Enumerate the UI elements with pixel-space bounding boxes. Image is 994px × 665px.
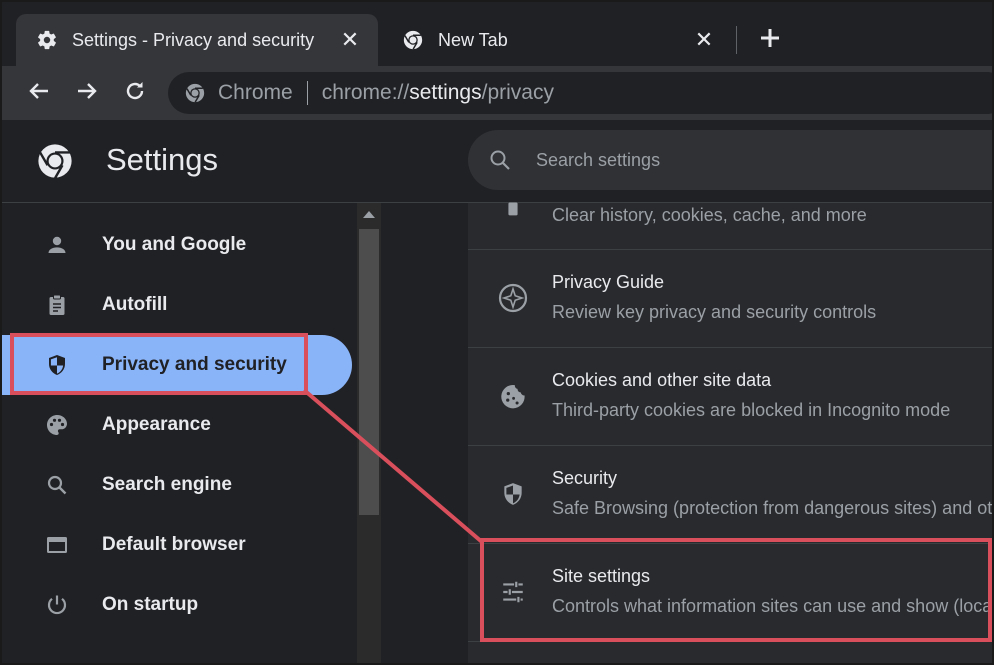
sidebar-item-label: Search engine [102,474,232,495]
url-host: settings [409,81,482,104]
tab-title: New Tab [438,29,508,50]
url-text[interactable]: chrome://settings/privacy [322,81,554,105]
toolbar: Chrome chrome://settings/privacy [2,66,992,120]
tab-settings[interactable]: Settings - Privacy and security ✕ [16,14,378,66]
tab-title: Settings - Privacy and security [72,29,315,50]
row-subtitle: Controls what information sites can use … [552,596,993,616]
sidebar-item-privacy-and-security[interactable]: Privacy and security [2,335,352,395]
sidebar-item-label: On startup [102,594,199,615]
row-site-settings[interactable]: Site settings Controls what information … [468,544,992,642]
sidebar-scrollbar[interactable] [357,203,381,663]
scroll-thumb[interactable] [359,229,379,515]
chrome-logo-icon [36,142,74,180]
row-title: Privacy Guide [552,272,665,292]
row-subtitle: Safe Browsing (protection from dangerous… [552,498,993,518]
sidebar-item-label: Autofill [102,294,168,315]
cookie-icon [498,381,528,411]
sidebar-item-on-startup[interactable]: On startup [2,575,352,635]
settings-sidebar: You and Google Autofill Privacy and secu… [2,203,357,663]
clipboard-icon [44,292,70,318]
chrome-icon [402,29,424,51]
power-icon [44,592,70,618]
tab-separator [736,26,737,54]
privacy-settings-card: Clear history, cookies, cache, and more … [468,202,992,663]
browser-window: Settings - Privacy and security ✕ New Ta… [0,0,994,665]
tab-new-tab[interactable]: New Tab ✕ [382,14,732,66]
close-icon[interactable]: ✕ [692,27,716,52]
browser-window-icon [44,532,70,558]
gear-icon [36,29,58,51]
address-bar[interactable]: Chrome chrome://settings/privacy [168,72,992,114]
row-subtitle: Review key privacy and security controls [552,302,877,322]
sidebar-item-you-and-google[interactable]: You and Google [2,215,352,275]
sidebar-item-autofill[interactable]: Autofill [2,275,352,335]
row-security[interactable]: Security Safe Browsing (protection from … [468,446,992,544]
sidebar-item-label: You and Google [102,234,247,255]
row-title: Cookies and other site data [552,370,772,390]
palette-icon [44,412,70,438]
sidebar-item-appearance[interactable]: Appearance [2,395,352,455]
row-cookies[interactable]: Cookies and other site data Third-party … [468,348,992,446]
person-icon [44,232,70,258]
row-title: Security [552,468,618,488]
compass-icon [498,283,528,313]
trash-icon [498,193,528,223]
page-title: Settings [106,142,219,177]
sidebar-item-label: Privacy and security [102,354,287,375]
new-tab-button[interactable] [754,24,786,56]
row-title: Site settings [552,566,651,586]
row-privacy-guide[interactable]: Privacy Guide Review key privacy and sec… [468,250,992,348]
shield-icon [44,352,70,378]
divider [306,81,308,105]
row-clear-browsing-data[interactable]: Clear history, cookies, cache, and more [468,169,992,250]
security-chip[interactable]: Chrome [218,81,293,105]
shield-icon [498,479,528,509]
row-subtitle: Clear history, cookies, cache, and more [552,205,867,225]
close-icon[interactable]: ✕ [338,27,362,52]
scroll-up-arrow-icon[interactable] [363,211,375,218]
reload-icon [123,79,147,108]
plus-icon [759,27,781,54]
tune-icon [498,577,528,607]
chrome-icon [184,82,206,104]
search-placeholder: Search settings [536,149,661,170]
url-scheme: chrome:// [321,81,410,104]
row-subtitle: Third-party cookies are blocked in Incog… [552,400,951,420]
tab-strip: Settings - Privacy and security ✕ New Ta… [2,2,992,66]
forward-button[interactable] [72,78,102,108]
sidebar-item-search-engine[interactable]: Search engine [2,455,352,515]
search-icon [44,472,70,498]
reload-button[interactable] [120,78,150,108]
sidebar-item-label: Appearance [102,414,211,435]
back-button[interactable] [24,78,54,108]
arrow-left-icon [27,79,51,108]
sidebar-item-default-browser[interactable]: Default browser [2,515,352,575]
arrow-right-icon [75,79,99,108]
sidebar-item-label: Default browser [102,534,246,555]
url-path: /privacy [481,81,554,104]
